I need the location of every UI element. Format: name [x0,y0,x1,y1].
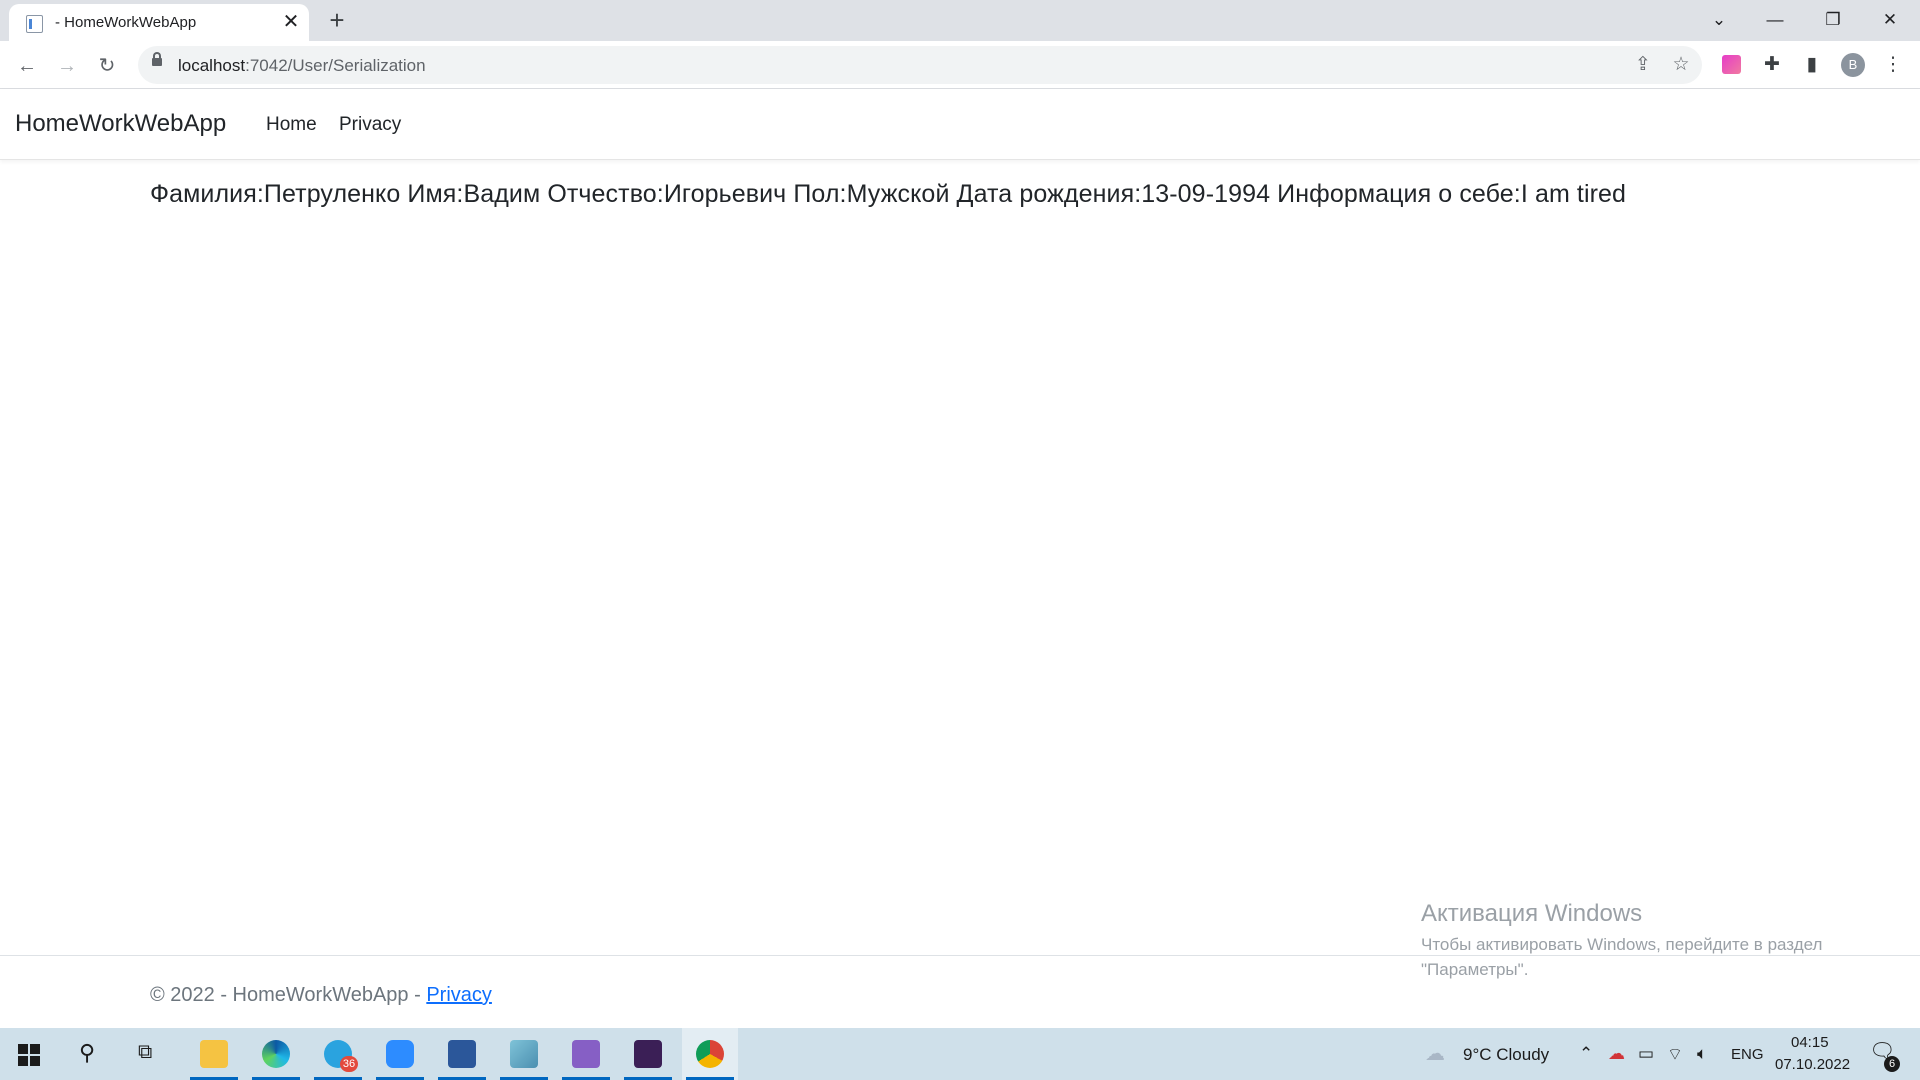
notification-count-badge: 6 [1884,1056,1900,1072]
battery-icon[interactable]: ▭ [1638,1044,1654,1064]
task-view-icon[interactable]: ⧉ [138,1041,152,1064]
bookmark-star-icon[interactable]: ☆ [1668,52,1694,78]
chrome-icon [696,1040,724,1068]
lock-icon[interactable] [152,52,162,66]
weather-text[interactable]: 9°C Cloudy [1463,1045,1549,1065]
site-navbar: HomeWorkWebApp Home Privacy [0,89,1920,160]
restore-button[interactable]: ❐ [1810,4,1856,36]
taskbar-telegram[interactable]: 36 [310,1028,366,1080]
taskbar-terminal[interactable] [620,1028,676,1080]
minimize-button[interactable]: — [1752,4,1798,36]
profile-avatar[interactable]: B [1841,53,1865,77]
nav-link-privacy[interactable]: Privacy [339,114,401,136]
activation-line-1: Чтобы активировать Windows, перейдите в … [1421,935,1823,954]
extension-icon[interactable] [1722,55,1741,74]
clock-date[interactable]: 07.10.2022 [1775,1056,1850,1073]
close-tab-icon[interactable]: ✕ [279,10,303,34]
browser-toolbar: ← → ↻ localhost:7042/User/Serialization … [0,41,1920,89]
folder-icon [200,1040,228,1068]
taskbar-word[interactable] [434,1028,490,1080]
nav-link-home[interactable]: Home [266,114,317,136]
close-window-button[interactable]: ✕ [1867,4,1913,36]
new-tab-button[interactable]: + [323,6,351,34]
tab-search-chevron-icon[interactable]: ⌄ [1696,4,1742,36]
page-favicon-icon [26,15,43,33]
activation-title: Активация Windows [1421,900,1643,927]
word-icon [448,1040,476,1068]
tab-title: - HomeWorkWebApp [55,14,197,31]
share-icon[interactable]: ⇪ [1630,52,1656,78]
taskbar-notepad[interactable] [496,1028,552,1080]
telegram-unread-badge: 36 [340,1056,358,1072]
onedrive-error-icon[interactable]: ☁ [1608,1044,1625,1064]
windows-start-icon[interactable] [18,1044,40,1066]
footer-copyright: © 2022 - HomeWorkWebApp - [150,984,427,1006]
menu-kebab-icon[interactable]: ⋮ [1879,51,1907,79]
cloudy-weather-icon[interactable]: ☁ [1425,1041,1445,1066]
side-panel-icon[interactable]: ▮ [1798,51,1826,79]
zoom-icon [386,1040,414,1068]
taskbar-file-explorer[interactable] [186,1028,242,1080]
windows-taskbar: ⚲ ⧉ 36 ☁ 9°C Cloudy ⌃ ☁ ▭ ⌔ 🔈︎ ENG 04:15… [0,1028,1920,1080]
volume-icon[interactable]: 🔈︎ [1697,1044,1707,1064]
taskbar-chrome[interactable] [682,1028,738,1080]
reload-button[interactable]: ↻ [91,50,123,82]
notepad-icon [510,1040,538,1068]
browser-tab-active[interactable]: - HomeWorkWebApp ✕ [9,4,309,41]
serialized-user-text: Фамилия:Петруленко Имя:Вадим Отчество:Иг… [150,180,1627,208]
taskbar-edge[interactable] [248,1028,304,1080]
taskbar-zoom[interactable] [372,1028,428,1080]
address-bar[interactable]: localhost:7042/User/Serialization ⇪ ☆ [138,46,1702,84]
url-text[interactable]: localhost:7042/User/Serialization [178,56,426,76]
site-footer: © 2022 - HomeWorkWebApp - Privacy [0,955,1920,1028]
site-brand[interactable]: HomeWorkWebApp [15,110,226,138]
back-button[interactable]: ← [11,50,43,82]
forward-button[interactable]: → [51,50,83,82]
terminal-icon [634,1040,662,1068]
clock-time[interactable]: 04:15 [1791,1034,1829,1051]
footer-text: © 2022 - HomeWorkWebApp - Privacy [150,984,492,1007]
wifi-icon[interactable]: ⌔ [1667,1044,1683,1065]
visual-studio-icon [572,1040,600,1068]
footer-privacy-link[interactable]: Privacy [426,984,492,1006]
edge-icon [262,1040,290,1068]
browser-tab-strip: - HomeWorkWebApp ✕ + ⌄ — ❐ ✕ [0,0,1920,41]
chevron-up-icon[interactable]: ⌃ [1579,1044,1593,1064]
search-icon[interactable]: ⚲ [79,1040,95,1066]
language-indicator[interactable]: ENG [1731,1046,1764,1063]
taskbar-visual-studio[interactable] [558,1028,614,1080]
extensions-puzzle-icon[interactable]: ✚ [1758,51,1786,79]
